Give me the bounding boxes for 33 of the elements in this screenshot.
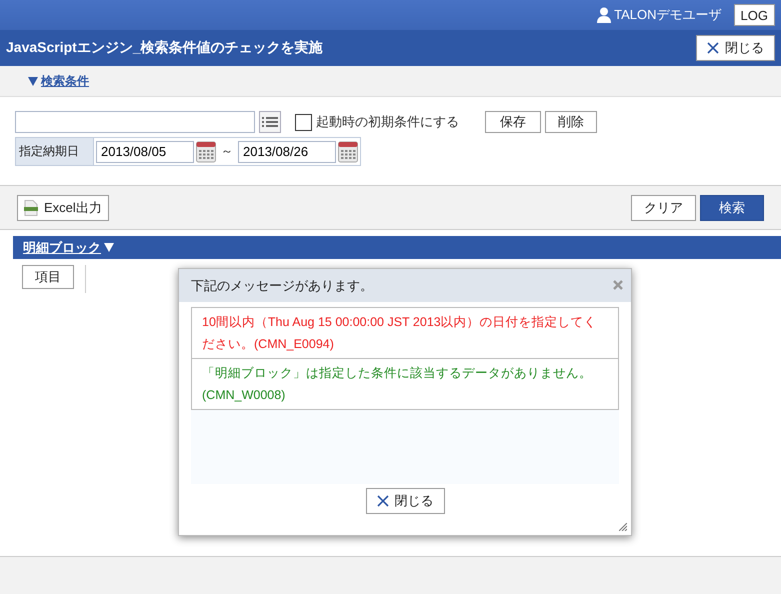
date-from-field[interactable]: 2013/08/05 bbox=[96, 140, 194, 162]
list-icon bbox=[262, 116, 278, 128]
calendar-icon[interactable] bbox=[196, 140, 216, 162]
range-separator: ～ bbox=[220, 143, 234, 160]
message-text: 「明細ブロック」は指定した条件に該当するデータがありません。(CMN_W0008) bbox=[191, 358, 619, 410]
checkbox[interactable] bbox=[295, 114, 312, 130]
detail-block-toggle[interactable]: 明細ブロック bbox=[23, 238, 114, 256]
date-label: 指定納期日 bbox=[16, 138, 94, 165]
save-button[interactable]: 保存 bbox=[485, 111, 541, 133]
message-text: 10間以内（Thu Aug 15 00:00:00 JST 2013以内）の日付を指定してください。(CMN_E0094) bbox=[191, 307, 619, 359]
list-button[interactable] bbox=[259, 111, 281, 133]
items-button[interactable]: 項目 bbox=[22, 265, 74, 289]
delete-button[interactable]: 削除 bbox=[545, 111, 597, 133]
checkbox-label: 起動時の初期条件にする bbox=[316, 113, 459, 131]
resize-grip-icon[interactable] bbox=[619, 523, 627, 531]
close-icon bbox=[707, 42, 719, 54]
spreadsheet-icon bbox=[24, 200, 38, 216]
page-title: JavaScriptエンジン_検索条件値のチェックを実施 bbox=[6, 39, 323, 57]
search-button[interactable]: 検索 bbox=[700, 194, 764, 220]
search-conditions-toggle[interactable]: 検索条件 bbox=[28, 72, 89, 90]
calendar-icon[interactable] bbox=[338, 140, 358, 162]
dialog-title: 下記のメッセージがあります。 bbox=[191, 276, 373, 294]
clear-button[interactable]: クリア bbox=[631, 194, 696, 220]
dialog-close-button[interactable]: 閉じる bbox=[366, 488, 444, 514]
close-button[interactable]: 閉じる bbox=[696, 35, 775, 61]
user-name: TALONデモユーザ bbox=[597, 6, 722, 24]
close-icon bbox=[613, 280, 623, 290]
excel-export-button[interactable]: Excel出力 bbox=[17, 194, 109, 220]
close-icon bbox=[376, 495, 388, 507]
logout-button[interactable]: LOG bbox=[734, 4, 775, 26]
user-icon bbox=[597, 7, 612, 23]
date-to-field[interactable]: 2013/08/26 bbox=[238, 140, 336, 162]
condition-name-field[interactable] bbox=[15, 111, 255, 133]
